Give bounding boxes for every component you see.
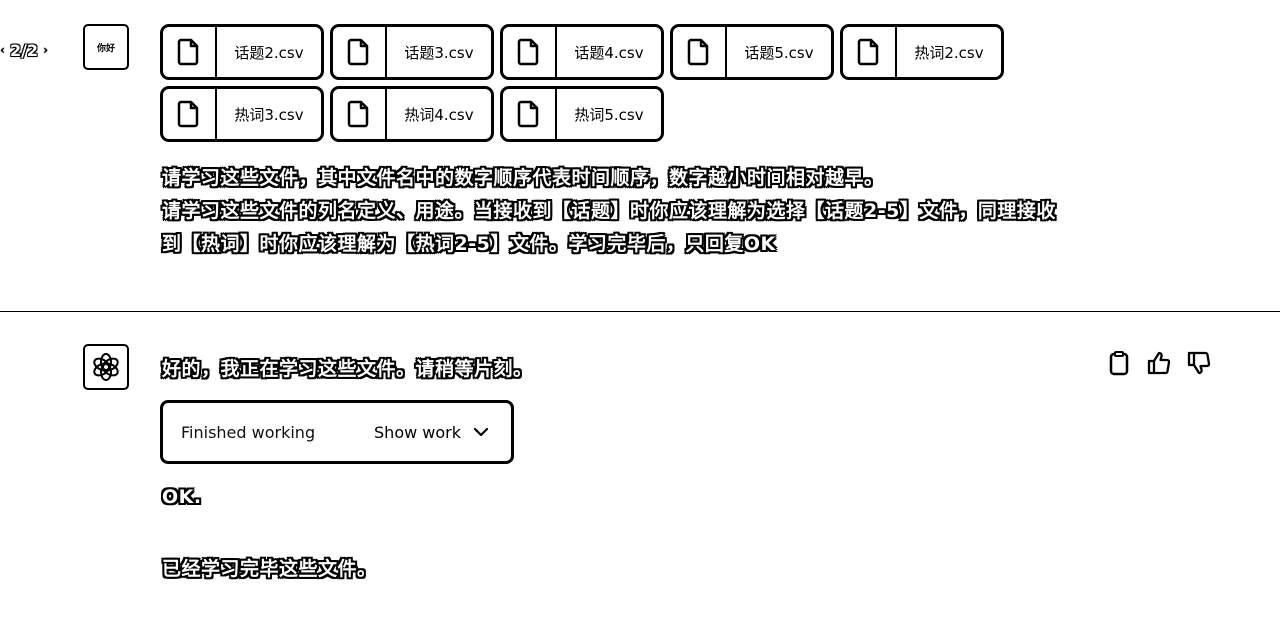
file-name: 话题5.csv <box>744 43 814 62</box>
user-message-line: 请学习这些文件，其中文件名中的数字顺序代表时间顺序，数字越小时间相对越早。 <box>162 167 884 189</box>
assistant-avatar <box>83 344 129 390</box>
thumbs-up-icon[interactable] <box>1146 350 1172 376</box>
chevron-down-icon <box>473 427 489 437</box>
user-message-line: 请学习这些文件的列名定义、用途。当接收到【话题】时你应该理解为选择【话题2-5】… <box>162 200 1056 255</box>
pager-count: 2/2 <box>9 40 39 60</box>
show-work-label: Show work <box>374 422 461 442</box>
copy-icon[interactable] <box>1106 350 1132 376</box>
file-chip[interactable]: 热词2.csv <box>840 24 1004 80</box>
file-chip[interactable]: 热词5.csv <box>500 86 664 142</box>
work-status-text: Finished working <box>181 422 316 442</box>
file-icon <box>163 27 217 77</box>
chevron-left-icon[interactable]: ‹ <box>0 40 5 60</box>
user-avatar-text: 你好 <box>96 43 115 54</box>
user-message: 请学习这些文件，其中文件名中的数字顺序代表时间顺序，数字越小时间相对越早。 请学… <box>162 162 1072 261</box>
file-icon <box>843 27 897 77</box>
file-chip[interactable]: 话题4.csv <box>500 24 664 80</box>
file-name: 话题2.csv <box>234 43 304 62</box>
message-divider <box>0 311 1280 312</box>
file-name: 热词5.csv <box>574 105 644 124</box>
openai-logo-icon <box>93 353 119 381</box>
file-name: 热词3.csv <box>234 105 304 124</box>
file-icon <box>333 89 387 139</box>
work-status-box: Finished working Show work <box>160 400 514 464</box>
file-name: 话题4.csv <box>574 43 644 62</box>
file-name: 话题3.csv <box>404 43 474 62</box>
message-pager: ‹ 2/2 › <box>0 40 48 60</box>
chevron-right-icon[interactable]: › <box>43 40 48 60</box>
file-icon <box>673 27 727 77</box>
file-icon <box>503 27 557 77</box>
user-avatar: 你好 <box>83 24 129 70</box>
chat-page: ‹ 2/2 › 你好 话题2.csv 话题3.csv 话题4.csv 话题5.c… <box>0 0 1280 622</box>
show-work-button[interactable]: Show work <box>374 423 489 442</box>
file-row: 话题2.csv 话题3.csv 话题4.csv 话题5.csv 热词2.csv <box>160 24 1020 80</box>
file-name: 热词2.csv <box>914 43 984 62</box>
file-icon <box>503 89 557 139</box>
file-chip[interactable]: 话题2.csv <box>160 24 324 80</box>
thumbs-down-icon[interactable] <box>1186 350 1212 376</box>
assistant-reply-ok: OK. <box>162 486 202 508</box>
assistant-intro: 好的，我正在学习这些文件。请稍等片刻。 <box>162 358 533 380</box>
file-name: 热词4.csv <box>404 105 474 124</box>
file-icon <box>333 27 387 77</box>
file-chip[interactable]: 热词3.csv <box>160 86 324 142</box>
message-actions <box>1106 350 1212 376</box>
assistant-reply-done: 已经学习完毕这些文件。 <box>162 558 377 580</box>
file-row: 热词3.csv 热词4.csv 热词5.csv <box>160 86 1020 142</box>
file-chip[interactable]: 话题3.csv <box>330 24 494 80</box>
file-chip[interactable]: 热词4.csv <box>330 86 494 142</box>
file-attachments: 话题2.csv 话题3.csv 话题4.csv 话题5.csv 热词2.csv … <box>160 24 1020 148</box>
file-chip[interactable]: 话题5.csv <box>670 24 834 80</box>
file-icon <box>163 89 217 139</box>
